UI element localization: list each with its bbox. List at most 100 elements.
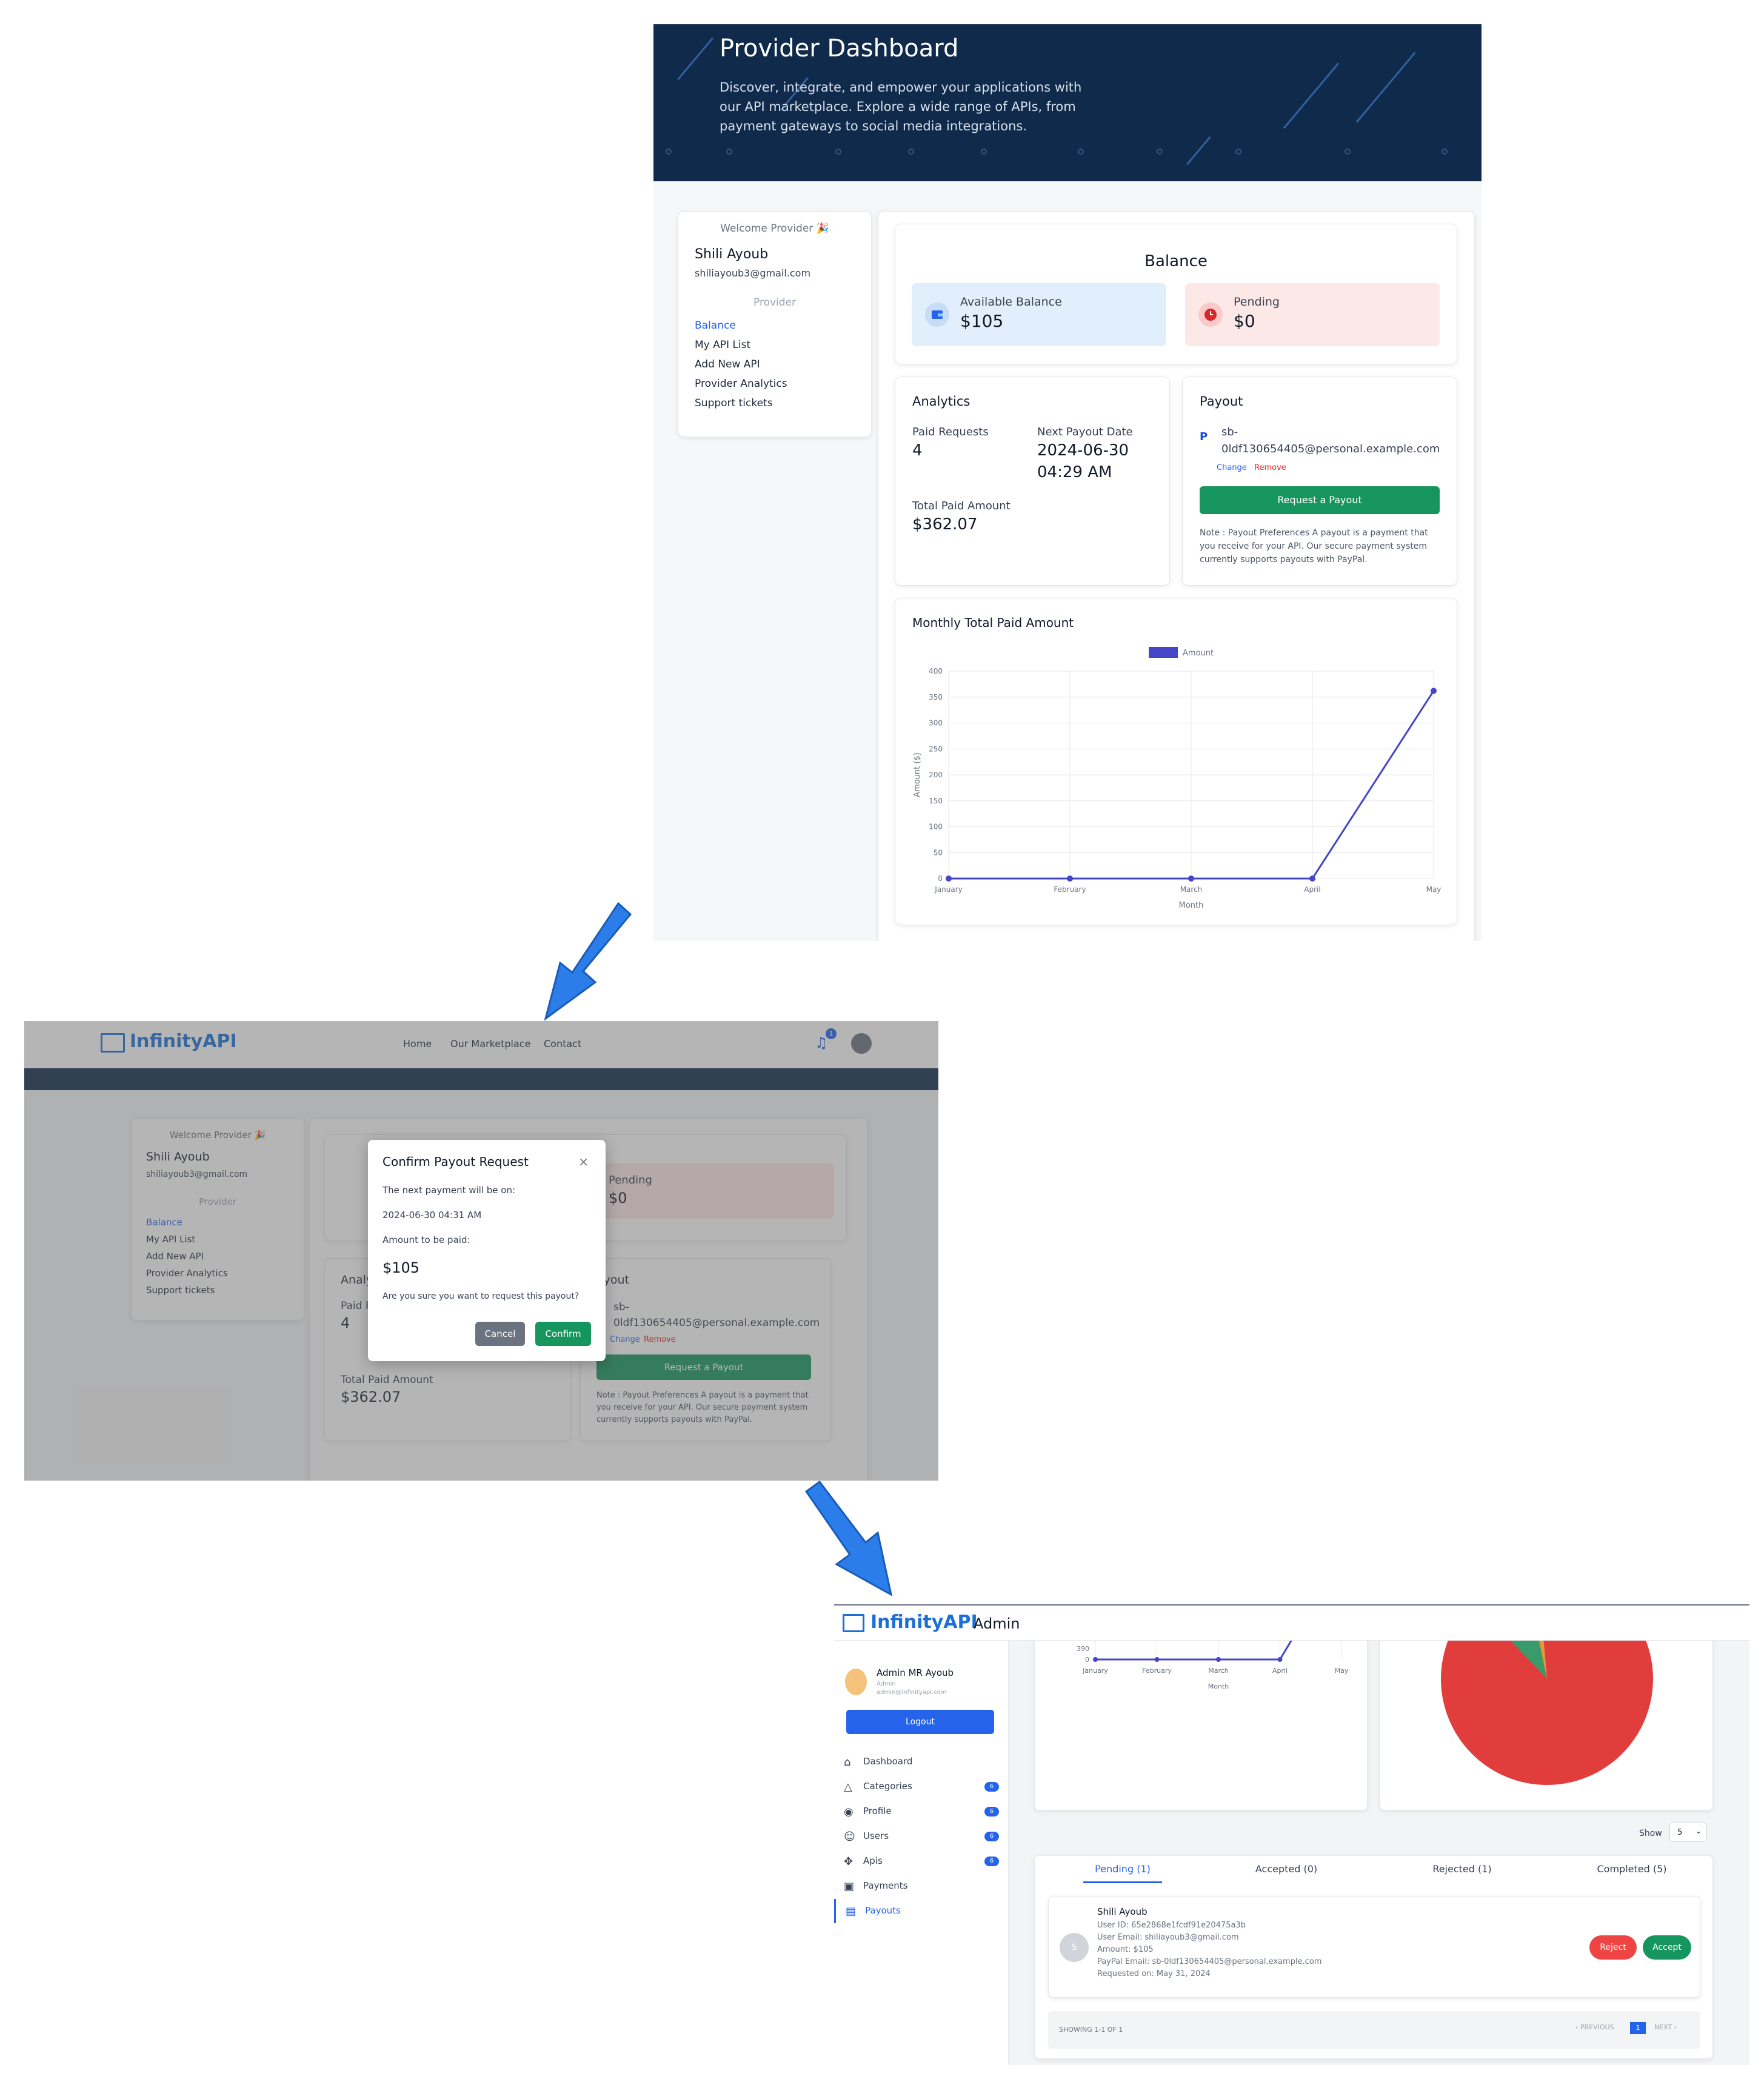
sidebar-item-profile[interactable]: ◉ Profile 6 (834, 1800, 1009, 1824)
arrow-down-right-icon (804, 1480, 893, 1596)
pie-chart (1441, 1641, 1653, 1785)
x-tick-label: January (934, 885, 963, 894)
shapes-icon: △ (844, 1781, 852, 1793)
mini-line-chart: 390 0 January February March April May Month (1077, 1641, 1349, 1690)
pending-balance-box: Pending $0 (1185, 283, 1440, 346)
page-size-value: 5 (1677, 1828, 1683, 1837)
logout-button[interactable]: Logout (846, 1710, 994, 1734)
wallet-icon (925, 303, 949, 327)
admin-header: InfinityAPI Admin (834, 1604, 1749, 1641)
tab-rejected[interactable]: Rejected (1) (1374, 1856, 1550, 1883)
show-label: Show (1639, 1829, 1662, 1838)
count-badge: 6 (984, 1782, 999, 1792)
sidebar-item-label: Dashboard (863, 1756, 913, 1767)
avatar: S (1060, 1933, 1089, 1962)
paypal-account-line2: 0ldf130654405@personal.example.com (1221, 443, 1440, 455)
admin-role: Admin (877, 1681, 896, 1687)
reject-button[interactable]: Reject (1589, 1935, 1637, 1960)
balance-title: Balance (1144, 252, 1208, 270)
sidebar-item-apis[interactable]: ✥ Apis 6 (834, 1849, 1009, 1873)
sidebar-item-add-new-api[interactable]: Add New API (695, 358, 760, 370)
tab-pending[interactable]: Pending (1) (1035, 1856, 1211, 1883)
payout-title: Payout (1200, 394, 1243, 409)
users-icon: ☺ (844, 1830, 855, 1843)
user-email: shiliayoub3@gmail.com (695, 267, 811, 279)
data-point (1093, 1657, 1098, 1662)
page-size-select[interactable]: 5 ⌄ (1669, 1823, 1707, 1842)
balance-card: Balance Available Balance $105 Pending $… (895, 224, 1457, 364)
y-tick-label: 200 (929, 771, 943, 779)
provider-dashboard-screenshot: Provider Dashboard Discover, integrate, … (653, 24, 1482, 941)
page-1-button[interactable]: 1 (1630, 2022, 1646, 2034)
amount-value: $105 (383, 1259, 420, 1276)
payout-note: Note : Payout Preferences A payout is a … (1200, 528, 1428, 564)
x-tick-label: February (1054, 885, 1086, 894)
tab-completed[interactable]: Completed (5) (1544, 1856, 1720, 1883)
hero-banner: Provider Dashboard Discover, integrate, … (653, 24, 1482, 181)
line-chart-card: 390 0 January February March April May Month (1034, 1641, 1368, 1810)
confirm-button[interactable]: Confirm (535, 1322, 591, 1346)
tab-accepted[interactable]: Accepted (0) (1198, 1856, 1374, 1883)
y-tick-label: 150 (929, 797, 943, 805)
tabs: Pending (1) Accepted (0) Rejected (1) Co… (1035, 1856, 1714, 1884)
next-payout-date: 2024-06-30 (1037, 441, 1129, 460)
logo-text[interactable]: InfinityAPI (870, 1612, 978, 1633)
next-payment-label: The next payment will be on: (383, 1185, 516, 1196)
payout-requests-panel: Pending (1) Accepted (0) Rejected (1) Co… (1034, 1855, 1713, 2059)
legend-swatch (1149, 647, 1178, 658)
data-point (1277, 1657, 1283, 1662)
user-name: Shili Ayoub (695, 247, 769, 262)
remove-link[interactable]: Remove (1254, 463, 1286, 472)
y-tick-label: 350 (929, 693, 943, 701)
next-button[interactable]: NEXT › (1654, 2023, 1677, 2031)
admin-name: Admin MR Ayoub (877, 1667, 954, 1678)
sidebar-item-support-tickets[interactable]: Support tickets (695, 397, 773, 409)
cancel-button[interactable]: Cancel (475, 1322, 525, 1346)
sidebar-item-users[interactable]: ☺ Users 6 (834, 1824, 1009, 1849)
available-balance-value: $105 (960, 311, 1004, 331)
x-tick-label: April (1272, 1667, 1288, 1675)
sidebar-item-dashboard[interactable]: ⌂ Dashboard (834, 1750, 1009, 1774)
y-tick-label: 100 (929, 823, 943, 831)
x-tick-label: May (1426, 885, 1442, 894)
sidebar-item-payouts[interactable]: ▤ Payouts (834, 1899, 1009, 1923)
sidebar-item-balance[interactable]: Balance (695, 320, 736, 332)
data-point (1188, 876, 1194, 882)
count-badge: 6 (984, 1857, 999, 1866)
admin-email: admin@infinityapi.com (877, 1689, 947, 1696)
line-chart: 0 50 100 150 200 250 300 350 400 January February M… (913, 647, 1442, 910)
x-axis-label: Month (1208, 1683, 1229, 1690)
request-payout-button[interactable]: Request a Payout (1200, 486, 1440, 514)
y-tick-label: 50 (934, 848, 943, 857)
trash-icon: ▤ (846, 1905, 857, 1918)
sidebar-item-label: Categories (863, 1781, 912, 1792)
close-icon[interactable]: × (578, 1154, 589, 1169)
data-point (1431, 688, 1437, 694)
payout-card: Payout P sb- 0ldf130654405@personal.exam… (1182, 377, 1457, 586)
change-link[interactable]: Change (1217, 463, 1247, 472)
logo-icon (843, 1614, 864, 1632)
sidebar-item-payments[interactable]: ▣ Payments (834, 1874, 1009, 1898)
sidebar-item-my-api-list[interactable]: My API List (695, 339, 750, 351)
money-icon: ▣ (844, 1880, 855, 1893)
pending-value: $0 (1234, 311, 1255, 331)
x-tick-label: March (1180, 885, 1203, 894)
page-title: Provider Dashboard (720, 35, 959, 62)
sidebar-item-categories[interactable]: △ Categories 6 (834, 1775, 1009, 1799)
admin-payouts-screenshot: InfinityAPI Admin Admin MR Ayoub Admin a… (834, 1604, 1749, 2065)
arrows-icon: ✥ (844, 1855, 854, 1868)
admin-label: Admin (974, 1615, 1020, 1632)
paypal-email: PayPal Email: sb-0ldf130654405@personal.… (1097, 1957, 1322, 1966)
modal-title: Confirm Payout Request (383, 1154, 529, 1169)
payout-modal-screenshot: InfinityAPI Home Our Marketplace Contact… (24, 1021, 938, 1481)
sidebar-item-provider-analytics[interactable]: Provider Analytics (695, 378, 787, 390)
x-tick-label: March (1208, 1667, 1229, 1675)
prev-button[interactable]: ‹ PREVIOUS (1575, 2023, 1614, 2031)
pie-slice-red (1441, 1641, 1653, 1785)
user-id: User ID: 65e2868e1fcdf91e20475a3b (1097, 1921, 1246, 1930)
paid-requests-value: 4 (912, 441, 923, 460)
x-tick-label: February (1142, 1667, 1172, 1675)
page-subtitle: Discover, integrate, and empower your ap… (720, 80, 1082, 133)
accept-button[interactable]: Accept (1643, 1935, 1691, 1960)
admin-sidebar: Admin MR Ayoub Admin admin@infinityapi.c… (834, 1641, 1009, 2065)
